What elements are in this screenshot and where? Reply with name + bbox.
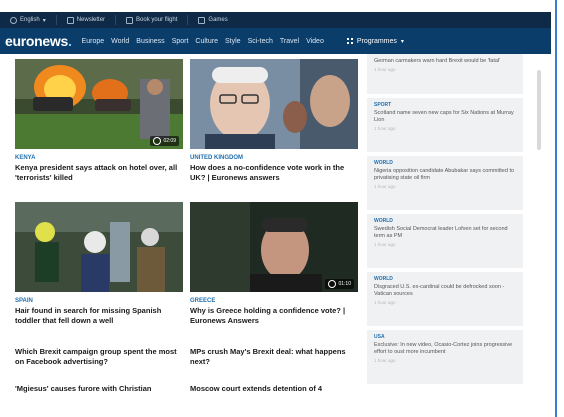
rail-time: 1 hour ago — [374, 300, 396, 305]
nav-europe[interactable]: Europe — [82, 38, 105, 45]
nav-sport[interactable]: Sport — [172, 38, 189, 45]
rail-time: 1 hour ago — [374, 358, 396, 363]
nav-style[interactable]: Style — [225, 38, 241, 45]
nav-world[interactable]: World — [111, 38, 129, 45]
story-card-spain[interactable]: Spain Hair found in search for missing S… — [15, 202, 183, 325]
nav-travel[interactable]: Travel — [280, 38, 299, 45]
story-card-uk[interactable]: United Kingdom How does a no-confidence … — [190, 59, 358, 182]
rail-text: Nigeria opposition candidate Abubakar sa… — [374, 168, 515, 181]
rail-item[interactable]: Sport Scotland name seven new caps for S… — [367, 98, 523, 152]
window-border — [555, 0, 557, 417]
story-card-greece[interactable]: 01:10 Greece Why is Greece holding a con… — [190, 202, 358, 325]
chevron-down-icon: ▾ — [400, 38, 404, 45]
book-flight-label: Book your flight — [136, 17, 178, 23]
logo-text: euronews — [5, 33, 68, 49]
politicians-image — [190, 59, 358, 149]
games-label: Games — [208, 17, 228, 23]
grid-icon — [346, 38, 353, 44]
nav-business[interactable]: Business — [136, 38, 164, 45]
video-duration-badge: 02:09 — [150, 136, 179, 146]
language-label: English — [20, 17, 40, 23]
rail-time: 1 hour ago — [374, 126, 396, 131]
chevron-down-icon: ▾ — [42, 17, 46, 24]
top-utility-bar: English ▾ Newsletter Book your flight Ga… — [0, 12, 551, 28]
language-selector[interactable]: English ▾ — [0, 15, 57, 25]
story-image[interactable]: 02:09 — [15, 59, 183, 149]
rail-text: Disgraced U.S. ex-cardinal could be defr… — [374, 284, 505, 297]
rail-item[interactable]: World Nigeria opposition candidate Abuba… — [367, 156, 523, 210]
text-story[interactable]: MPs crush May's Brexit deal: what happen… — [190, 347, 358, 366]
story-headline[interactable]: Hair found in search for missing Spanish… — [15, 306, 183, 325]
rail-time: 1 hour ago — [374, 67, 396, 72]
story-image[interactable]: 01:10 — [190, 202, 358, 292]
video-time: 01:10 — [338, 281, 351, 287]
story-tag[interactable]: Spain — [15, 298, 183, 304]
story-card-kenya[interactable]: 02:09 Kenya Kenya president says attack … — [15, 59, 183, 182]
story-tag[interactable]: United Kingdom — [190, 155, 358, 161]
rail-tag: World — [374, 276, 393, 282]
nav-culture[interactable]: Culture — [195, 38, 218, 45]
rail-tag: Sport — [374, 102, 392, 108]
rail-item[interactable]: World Disgraced U.S. ex-cardinal could b… — [367, 272, 523, 326]
play-icon — [153, 137, 162, 145]
globe-icon — [10, 16, 17, 24]
newsletter-label: Newsletter — [76, 17, 106, 23]
rail-tag: World — [374, 218, 393, 224]
window-edge — [551, 0, 564, 417]
browser-page: English ▾ Newsletter Book your flight Ga… — [0, 0, 551, 417]
main-nav: euronews. Europe World Business Sport Cu… — [0, 28, 551, 54]
nav-links: Europe World Business Sport Culture Styl… — [82, 38, 324, 45]
rail-time: 1 hour ago — [374, 184, 396, 189]
story-image[interactable] — [190, 59, 358, 149]
story-headline[interactable]: Why is Greece holding a confidence vote?… — [190, 306, 358, 325]
video-duration-badge: 01:10 — [325, 279, 354, 289]
text-story[interactable]: 'Mgiesus' causes furore with Christian — [15, 384, 183, 394]
rail-item[interactable]: World Swedish Social Democrat leader Lof… — [367, 214, 523, 268]
euronews-logo[interactable]: euronews. — [5, 33, 72, 49]
scrollbar-thumb[interactable] — [537, 70, 541, 150]
rail-text: Swedish Social Democrat leader Lofven se… — [374, 226, 508, 239]
programmes-label: Programmes — [356, 37, 397, 45]
story-headline[interactable]: How does a no-confidence vote work in th… — [190, 163, 358, 182]
video-time: 02:09 — [163, 138, 176, 144]
rail-text: Exclusive: In new video, Ocasio-Cortez j… — [374, 342, 513, 355]
plane-icon — [126, 16, 134, 24]
rail-text: German carmakers warn hard Brexit would … — [374, 58, 501, 64]
latest-news-rail: German carmakers warn hard Brexit would … — [367, 54, 523, 417]
newsletter-link[interactable]: Newsletter — [57, 15, 117, 25]
story-image[interactable] — [15, 202, 183, 292]
book-flight-link[interactable]: Book your flight — [116, 15, 189, 25]
rail-time: 1 hour ago — [374, 242, 396, 247]
story-tag[interactable]: Kenya — [15, 155, 183, 161]
mail-icon — [66, 16, 74, 24]
logo-dot: . — [67, 33, 72, 49]
programmes-menu[interactable]: Programmes ▾ — [346, 37, 404, 45]
rail-tag: USA — [374, 334, 385, 340]
rescue-workers-image — [15, 202, 183, 292]
rail-item[interactable]: German carmakers warn hard Brexit would … — [367, 54, 523, 94]
games-link[interactable]: Games — [188, 15, 237, 25]
nav-sci-tech[interactable]: Sci-tech — [248, 38, 273, 45]
rail-item[interactable]: USA Exclusive: In new video, Ocasio-Cort… — [367, 330, 523, 384]
gamepad-icon — [198, 16, 206, 24]
rail-tag: World — [374, 160, 393, 166]
story-headline[interactable]: Kenya president says attack on hotel ove… — [15, 163, 183, 182]
nav-video[interactable]: Video — [306, 38, 324, 45]
rail-text: Scotland name seven new caps for Six Nat… — [374, 110, 514, 123]
text-story[interactable]: Which Brexit campaign group spent the mo… — [15, 347, 183, 366]
story-tag[interactable]: Greece — [190, 298, 358, 304]
play-icon — [328, 280, 337, 288]
text-story[interactable]: Moscow court extends detention of 4 — [190, 384, 358, 394]
